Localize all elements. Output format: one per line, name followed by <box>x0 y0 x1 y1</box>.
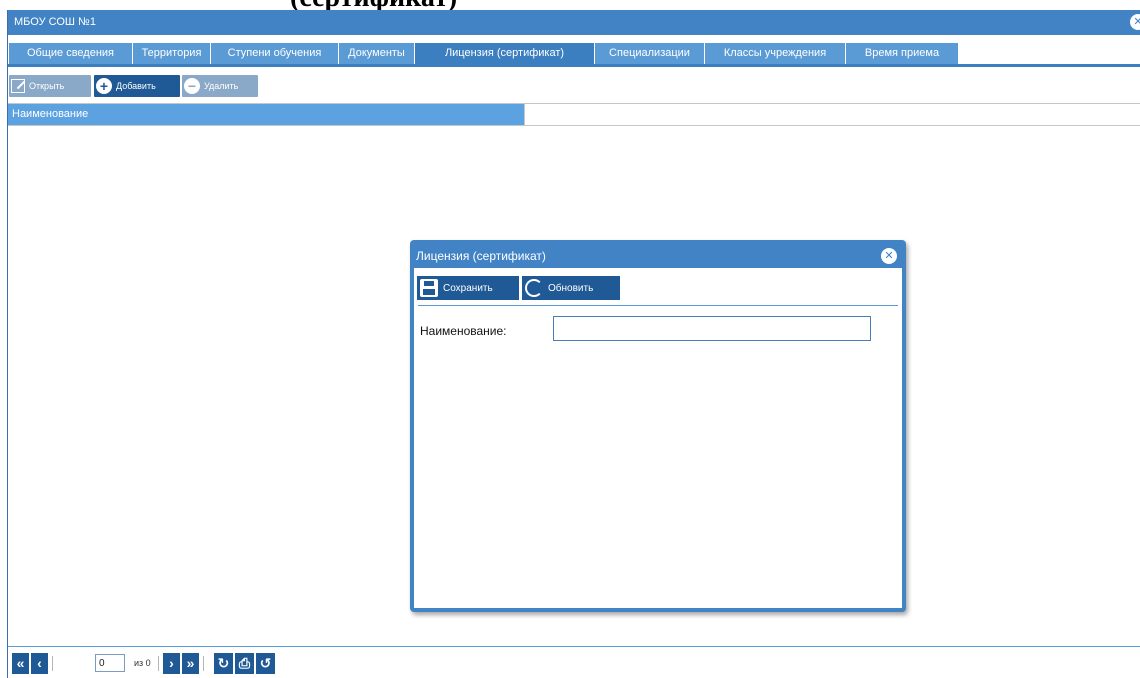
next-page-button[interactable]: › <box>163 653 180 674</box>
save-icon <box>420 279 438 297</box>
tab-general[interactable]: Общие сведения <box>9 43 133 64</box>
page-heading: (сертификат) <box>290 0 457 10</box>
grid-bottom-border <box>8 646 1140 647</box>
print-button[interactable]: ⎙ <box>235 653 254 674</box>
close-icon[interactable]: ✕ <box>1130 14 1140 30</box>
pager-separator <box>158 656 159 671</box>
refresh-icon <box>525 279 543 297</box>
pager-separator <box>203 656 204 671</box>
reload-button[interactable]: ↻ <box>214 653 233 674</box>
window-titlebar: МБОУ СОШ №1 ✕ <box>8 10 1140 35</box>
add-button-label: Добавить <box>116 81 156 91</box>
name-field-label: Наименование: <box>420 324 507 338</box>
add-button[interactable]: + Добавить <box>94 75 180 97</box>
settings-button[interactable]: ↺ <box>256 653 275 674</box>
column-header-empty <box>524 104 1140 125</box>
edit-icon <box>11 79 25 93</box>
tab-territory[interactable]: Территория <box>133 43 211 64</box>
plus-circle-icon: + <box>96 78 112 94</box>
page-count-label: из 0 <box>134 658 151 668</box>
prev-page-button[interactable]: ‹ <box>31 653 48 674</box>
tab-specializations[interactable]: Специализации <box>595 43 705 64</box>
tab-reception-time[interactable]: Время приема <box>846 43 959 64</box>
pager-separator <box>52 656 53 671</box>
window-title: МБОУ СОШ №1 <box>14 16 96 28</box>
grid-header: Наименование <box>8 103 1140 126</box>
close-icon[interactable]: ✕ <box>881 248 897 264</box>
delete-button-label: Удалить <box>204 81 239 91</box>
save-button-label: Сохранить <box>443 282 493 294</box>
tab-documents[interactable]: Документы <box>339 43 415 64</box>
refresh-button[interactable]: Обновить <box>522 276 620 300</box>
open-button-label: Открыть <box>29 81 65 91</box>
tab-institution-classes[interactable]: Классы учреждения <box>705 43 846 64</box>
column-header-name[interactable]: Наименование <box>8 104 524 125</box>
dialog-title: Лицензия (сертификат) <box>416 249 546 263</box>
tab-education-levels[interactable]: Ступени обучения <box>211 43 339 64</box>
tab-strip-underline <box>8 64 1140 67</box>
delete-button[interactable]: − Удалить <box>182 75 258 97</box>
tab-license[interactable]: Лицензия (сертификат) <box>415 43 595 64</box>
last-page-button[interactable]: » <box>182 653 199 674</box>
open-button[interactable]: Открыть <box>9 75 91 97</box>
dialog-toolbar-divider <box>418 305 898 306</box>
minus-circle-icon: − <box>184 78 200 94</box>
refresh-button-label: Обновить <box>548 282 594 294</box>
tab-strip: Общие сведения Территория Ступени обучен… <box>8 35 1140 72</box>
save-button[interactable]: Сохранить <box>417 276 519 300</box>
page-number-input[interactable] <box>95 654 125 672</box>
name-field[interactable] <box>553 316 871 341</box>
dialog-body: Сохранить Обновить Наименование: <box>414 268 902 608</box>
license-dialog: Лицензия (сертификат) ✕ Сохранить Обнови… <box>410 240 906 612</box>
first-page-button[interactable]: « <box>12 653 29 674</box>
